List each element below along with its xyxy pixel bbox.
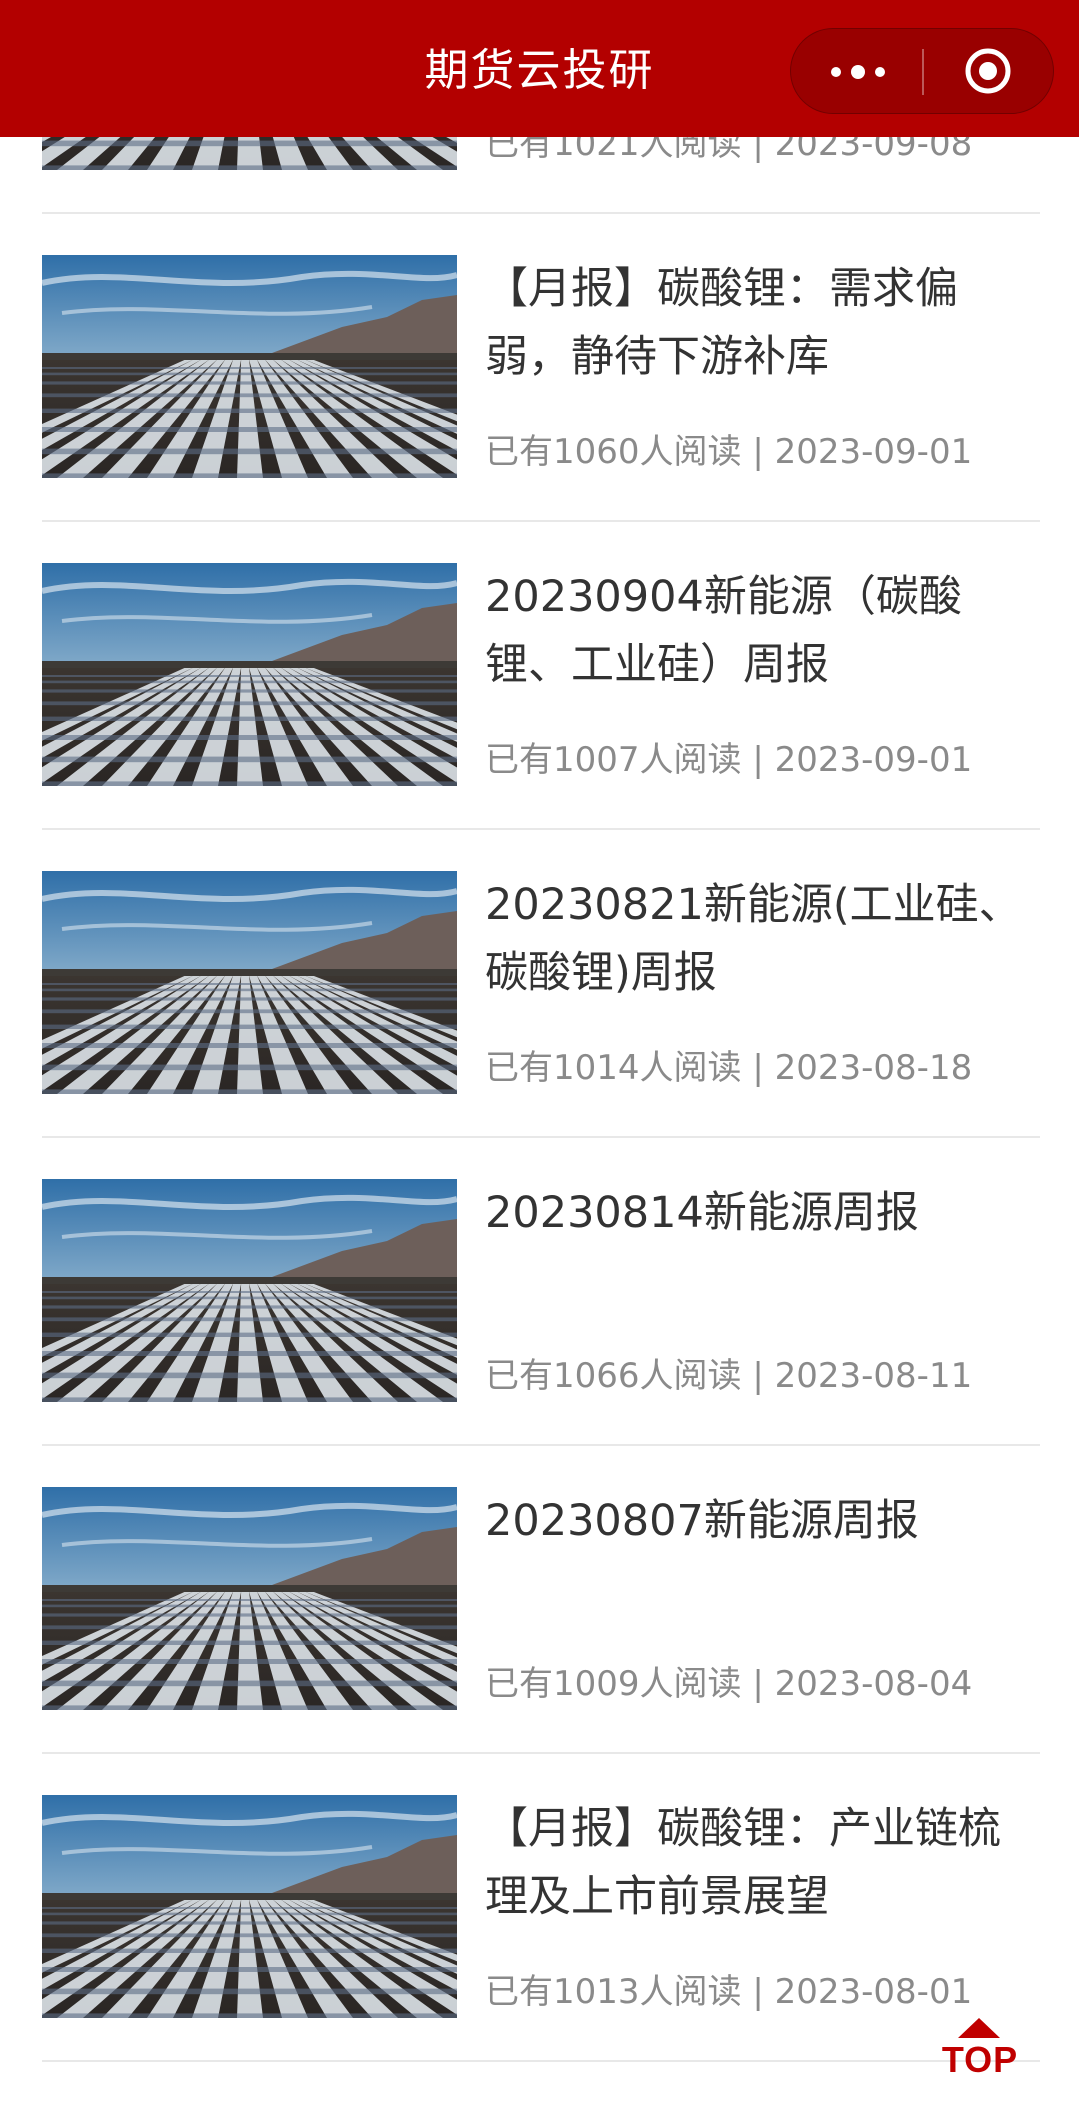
divider (42, 2060, 1040, 2062)
article-thumbnail (42, 1487, 457, 1710)
article-thumbnail (42, 1179, 457, 1402)
publish-date: 2023-08-11 (774, 1356, 973, 1396)
list-item[interactable]: 20230814新能源周报 已有1066人阅读 | 2023-08-11 (42, 1138, 1040, 1446)
publish-date: 2023-09-01 (774, 432, 973, 472)
article-title: 20230821新能源(工业硅、碳酸锂)周报 (485, 880, 1022, 998)
article-title: 【月报】碳酸锂：产业链梳理及上市前景展望 (485, 1804, 1001, 1922)
article-meta: 已有1060人阅读 | 2023-09-01 (485, 427, 1030, 477)
publish-date: 2023-08-04 (774, 1664, 973, 1704)
read-count: 已有1009人阅读 (485, 1664, 742, 1704)
list-item[interactable]: 20230821新能源(工业硅、碳酸锂)周报 已有1014人阅读 | 2023-… (42, 830, 1040, 1138)
article-thumbnail (42, 1795, 457, 2018)
meta-separator: | (741, 1664, 775, 1704)
close-button[interactable] (923, 29, 1053, 113)
arrow-up-icon (958, 2018, 1000, 2038)
article-meta: 已有1013人阅读 | 2023-08-01 (485, 1967, 1030, 2017)
more-dots-icon (831, 65, 887, 79)
article-meta: 已有1007人阅读 | 2023-09-01 (485, 735, 1030, 785)
more-button[interactable] (791, 29, 921, 113)
publish-date: 2023-09-01 (774, 740, 973, 780)
publish-date: 2023-08-18 (774, 1048, 973, 1088)
list-item[interactable]: 20230904新能源（碳酸锂、工业硅）周报 已有1007人阅读 | 2023-… (42, 522, 1040, 830)
read-count: 已有1007人阅读 (485, 740, 742, 780)
meta-separator: | (741, 1972, 775, 2012)
target-circle-icon (965, 48, 1011, 94)
list-item[interactable]: 【月报】碳酸锂：产业链梳理及上市前景展望 已有1013人阅读 | 2023-08… (42, 1754, 1040, 2062)
article-title: 20230904新能源（碳酸锂、工业硅）周报 (485, 572, 962, 690)
article-meta: 已有1014人阅读 | 2023-08-18 (485, 1043, 1030, 1093)
article-meta: 已有1009人阅读 | 2023-08-04 (485, 1659, 1030, 1709)
article-title: 20230807新能源周报 (485, 1496, 919, 1546)
list-item[interactable]: 20230807新能源周报 已有1009人阅读 | 2023-08-04 (42, 1446, 1040, 1754)
publish-date: 2023-08-01 (774, 1972, 973, 2012)
top-label: TOP (941, 2039, 1019, 2080)
read-count: 已有1014人阅读 (485, 1048, 742, 1088)
article-thumbnail (42, 871, 457, 1094)
meta-separator: | (741, 1048, 775, 1088)
read-count: 已有1060人阅读 (485, 432, 742, 472)
back-to-top-button[interactable]: TOP (938, 2018, 1022, 2088)
article-title: 【月报】碳酸锂：需求偏弱，静待下游补库 (485, 264, 958, 382)
app-header: 期货云投研 (0, 0, 1079, 137)
read-count: 已有1066人阅读 (485, 1356, 742, 1396)
article-thumbnail (42, 255, 457, 478)
meta-separator: | (741, 740, 775, 780)
meta-separator: | (741, 1356, 775, 1396)
meta-separator: | (741, 432, 775, 472)
read-count: 已有1013人阅读 (485, 1972, 742, 2012)
mini-program-capsule (790, 28, 1054, 114)
article-meta: 已有1066人阅读 | 2023-08-11 (485, 1351, 1030, 1401)
article-thumbnail (42, 563, 457, 786)
list-item[interactable]: 【月报】碳酸锂：需求偏弱，静待下游补库 已有1060人阅读 | 2023-09-… (42, 214, 1040, 522)
article-title: 20230814新能源周报 (485, 1188, 919, 1238)
